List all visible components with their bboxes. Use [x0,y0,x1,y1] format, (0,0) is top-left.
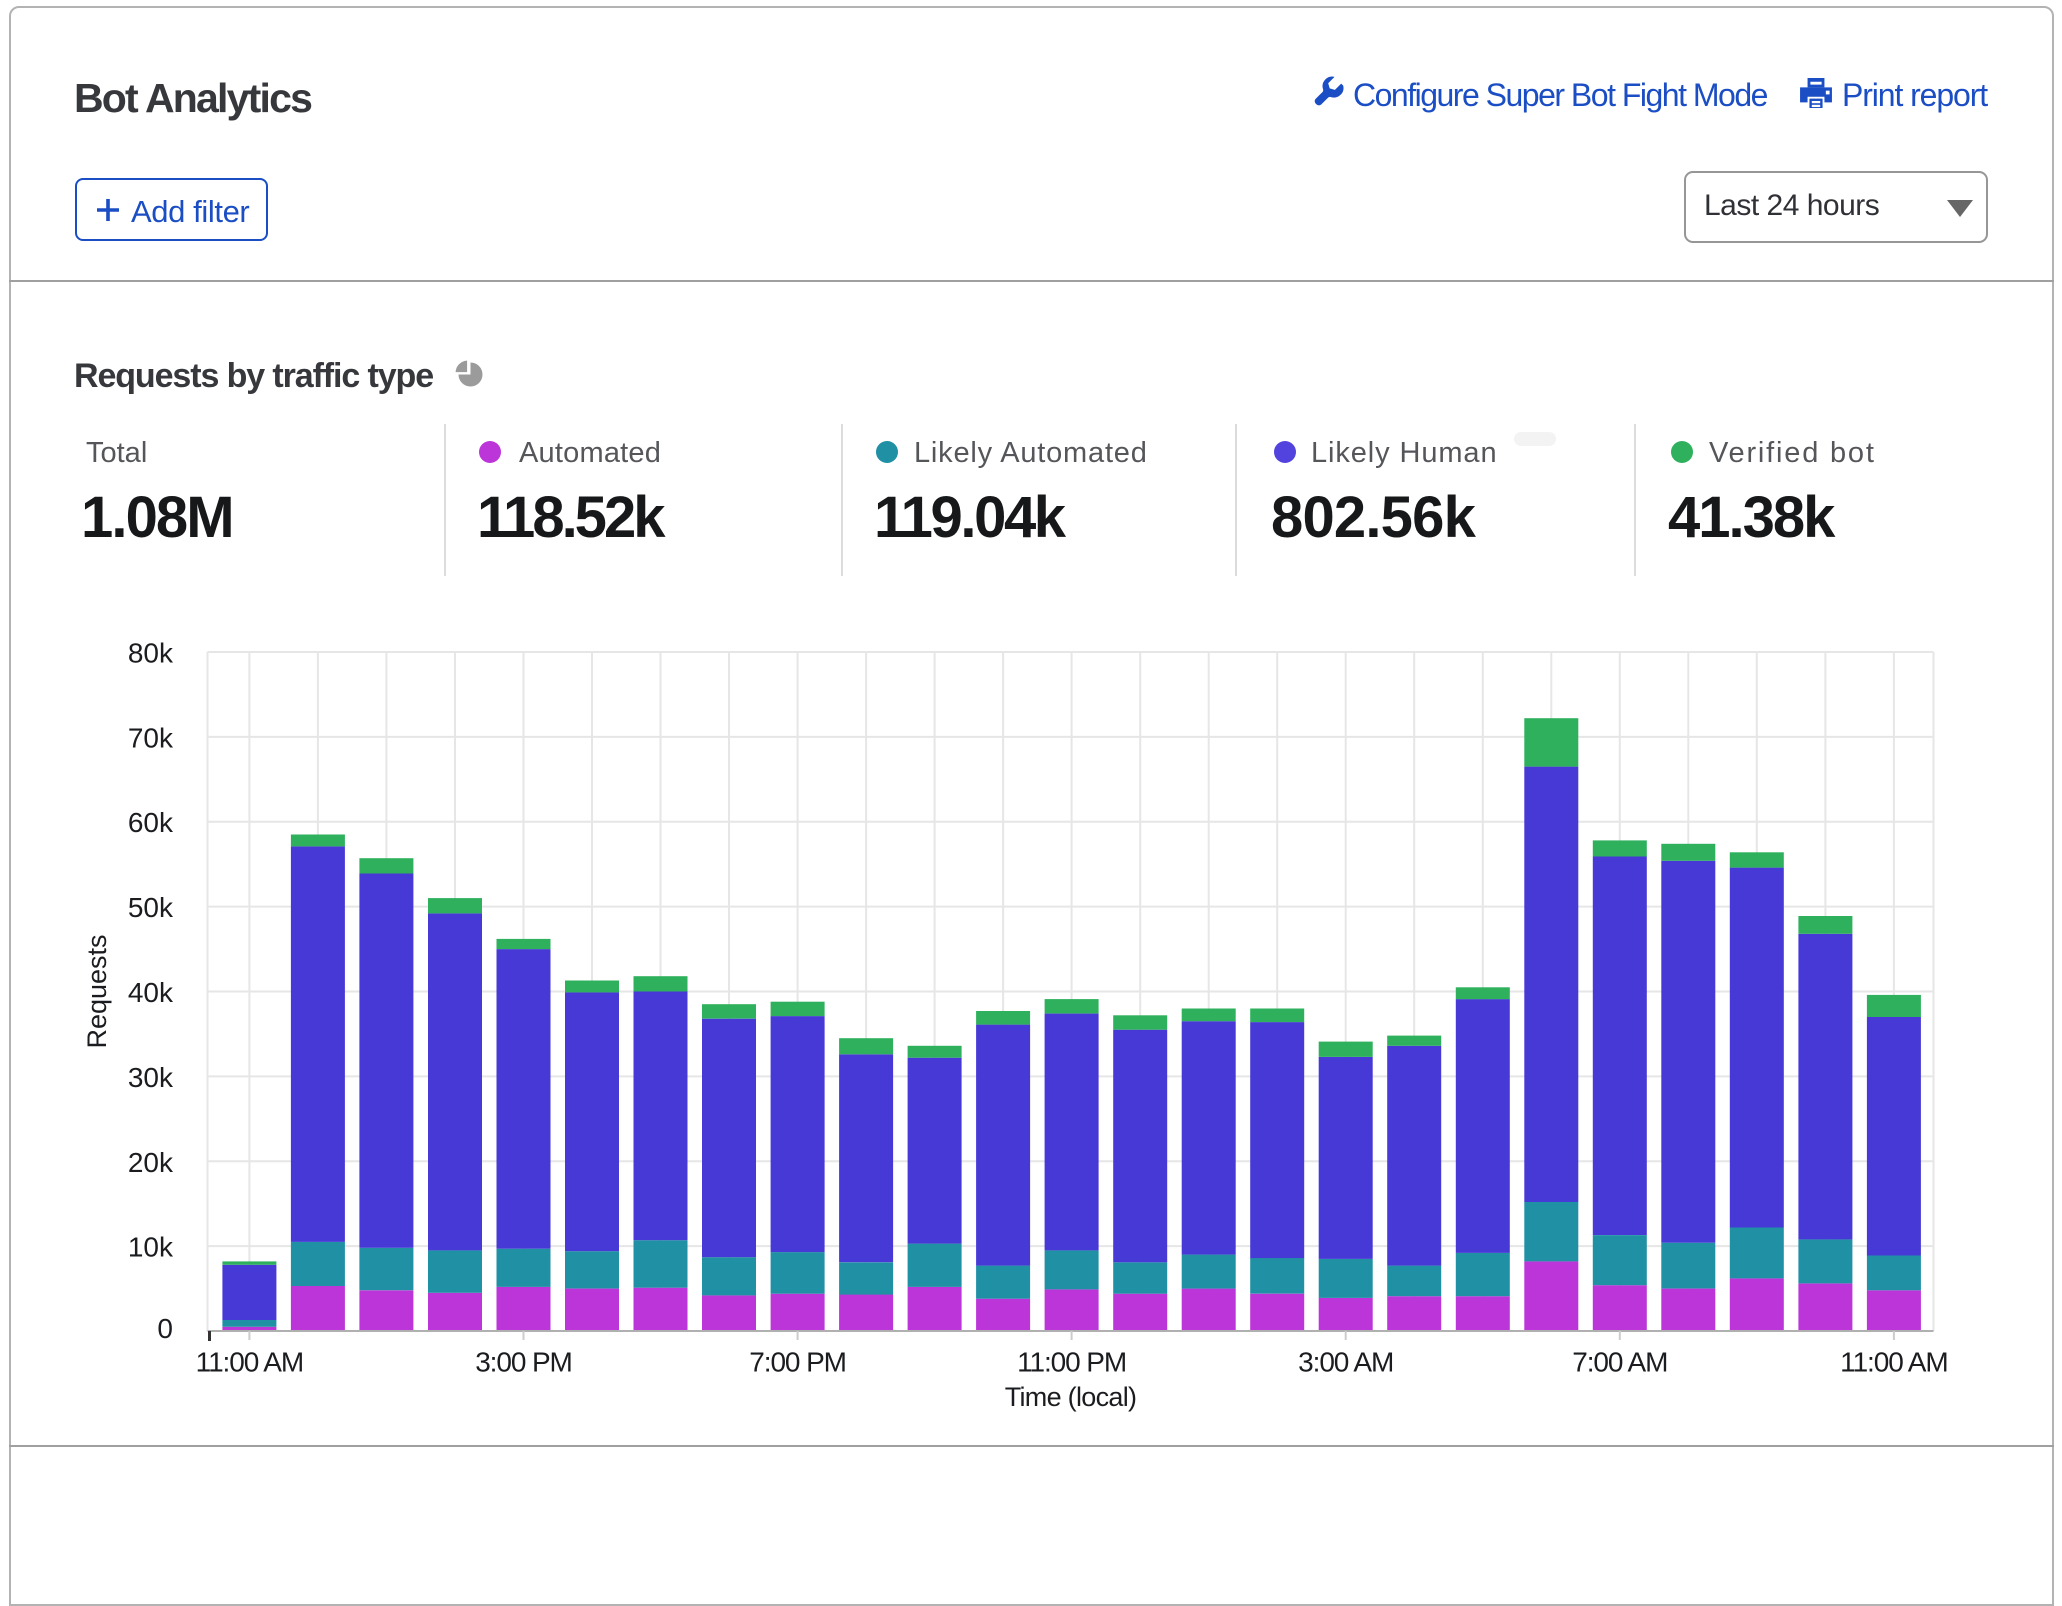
svg-text:20k: 20k [128,1147,174,1178]
svg-text:7:00 PM: 7:00 PM [749,1347,846,1378]
svg-text:40k: 40k [128,977,174,1008]
svg-text:50k: 50k [128,892,174,923]
svg-text:11:00 AM: 11:00 AM [196,1347,303,1378]
svg-text:Requests: Requests [82,934,112,1048]
svg-text:30k: 30k [128,1062,174,1093]
svg-text:3:00 PM: 3:00 PM [475,1347,572,1378]
svg-text:80k: 80k [128,638,174,669]
svg-text:70k: 70k [128,722,174,753]
svg-text:7:00 AM: 7:00 AM [1572,1347,1667,1378]
svg-text:11:00 AM: 11:00 AM [1840,1347,1947,1378]
svg-text:10k: 10k [128,1232,174,1263]
svg-text:Time (local): Time (local) [1005,1382,1137,1412]
svg-text:60k: 60k [128,807,174,838]
svg-text:11:00 PM: 11:00 PM [1017,1347,1126,1378]
svg-text:0: 0 [157,1313,173,1344]
svg-text:3:00 AM: 3:00 AM [1298,1347,1393,1378]
